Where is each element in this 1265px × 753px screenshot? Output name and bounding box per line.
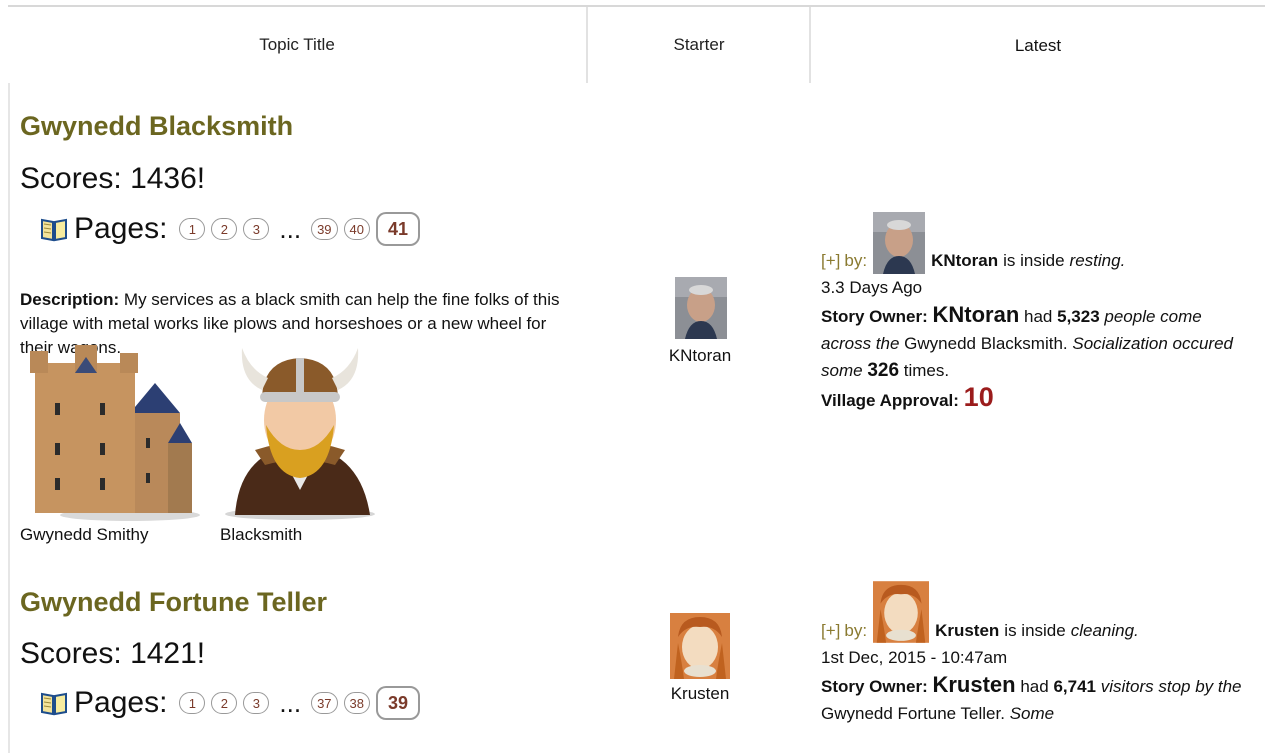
- by-label: by:: [844, 621, 868, 640]
- column-header-starter[interactable]: Starter: [588, 7, 810, 83]
- latest-by-line: [+] by: KNtoran is inside resting.: [821, 212, 1251, 274]
- image-caption: Blacksmith: [220, 525, 303, 544]
- user-avatar[interactable]: [873, 580, 930, 644]
- starter-name-link[interactable]: Krusten: [640, 684, 760, 704]
- place-name: Gwynedd Fortune Teller.: [821, 704, 1005, 723]
- status-text: resting.: [1069, 251, 1126, 270]
- starter-avatar[interactable]: [670, 613, 730, 679]
- user-avatar[interactable]: [873, 212, 926, 274]
- page-link[interactable]: 1: [179, 218, 206, 240]
- scores-label: Scores:: [20, 162, 122, 195]
- page-link[interactable]: 37: [311, 692, 338, 714]
- visit-count: 6,741: [1053, 677, 1096, 696]
- page-link[interactable]: 1: [179, 692, 206, 714]
- latest-post: [+] by: KNtoran is inside resting. 3.3 D…: [821, 212, 1251, 414]
- latest-by-line: [+] by: Krusten is inside cleaning.: [821, 580, 1251, 644]
- castle-icon[interactable]: [20, 343, 200, 523]
- scores-value: 1421!: [130, 637, 206, 670]
- owner-label: Story Owner:: [821, 677, 928, 696]
- status-prefix: is inside: [1004, 621, 1066, 640]
- status-prefix: is inside: [1003, 251, 1065, 270]
- visit-count: 5,323: [1057, 307, 1100, 326]
- expand-toggle[interactable]: [+]: [821, 247, 840, 274]
- topic-pagination: Pages: 1 2 3 ... 39 40 41: [40, 212, 421, 246]
- scores-label: Scores:: [20, 637, 122, 670]
- topic-pagination: Pages: 1 2 3 ... 37 38 39: [40, 686, 421, 720]
- pagination-ellipsis: ...: [279, 213, 302, 244]
- pages-label: Pages:: [74, 212, 168, 245]
- starter-avatar[interactable]: [675, 277, 727, 339]
- latest-user-link[interactable]: KNtoran: [931, 247, 998, 274]
- by-label: by:: [844, 251, 868, 270]
- story-owner-line: Story Owner: KNtoran had 5,323 people co…: [821, 301, 1251, 384]
- social-count: 326: [867, 360, 900, 381]
- starter-name-link[interactable]: KNtoran: [640, 346, 760, 366]
- story-owner-line: Story Owner: Krusten had 6,741 visitors …: [821, 671, 1251, 727]
- viking-avatar-icon[interactable]: [220, 340, 380, 520]
- owner-name-link[interactable]: Krusten: [932, 672, 1015, 697]
- owner-label: Story Owner:: [821, 307, 928, 326]
- page-link[interactable]: 2: [211, 218, 238, 240]
- village-approval: Village Approval: 10: [821, 384, 1251, 414]
- open-book-icon: [41, 692, 67, 716]
- column-header-topic-title[interactable]: Topic Title: [8, 7, 586, 83]
- topic-scores: Scores: 1421!: [20, 637, 205, 671]
- description-label: Description:: [20, 290, 120, 309]
- latest-user-link[interactable]: Krusten: [935, 617, 999, 644]
- pagination-ellipsis: ...: [279, 687, 302, 718]
- had-text: had: [1020, 677, 1049, 696]
- count-text: visitors stop by the: [1100, 677, 1242, 696]
- page-link-last[interactable]: 41: [376, 212, 421, 246]
- topics-table: Topic Title Starter Latest Gwynedd Black…: [0, 0, 1265, 753]
- had-text: had: [1024, 307, 1053, 326]
- topic-title-link[interactable]: Gwynedd Fortune Teller: [20, 587, 327, 618]
- open-book-icon: [41, 218, 67, 242]
- expand-toggle[interactable]: [+]: [821, 617, 840, 644]
- page-link[interactable]: 38: [343, 692, 371, 714]
- status-text: cleaning.: [1070, 621, 1139, 640]
- page-link[interactable]: 3: [243, 692, 270, 714]
- approval-value: 10: [963, 382, 994, 412]
- scores-value: 1436!: [130, 162, 206, 195]
- latest-time: 1st Dec, 2015 - 10:47am: [821, 648, 1008, 667]
- image-caption: Gwynedd Smithy: [20, 525, 149, 544]
- times-text: times.: [903, 361, 950, 380]
- latest-post: [+] by: Krusten is inside cleaning. 1st …: [821, 580, 1251, 727]
- approval-label: Village Approval:: [821, 391, 959, 410]
- page-link[interactable]: 40: [343, 218, 371, 240]
- column-header-latest[interactable]: Latest: [811, 7, 1265, 83]
- page-link[interactable]: 2: [211, 692, 238, 714]
- topic-title-link[interactable]: Gwynedd Blacksmith: [20, 111, 293, 142]
- page-link[interactable]: 39: [311, 218, 338, 240]
- pages-label: Pages:: [74, 686, 168, 719]
- tail-text: Some: [1009, 704, 1055, 723]
- row-left-rule: [8, 83, 10, 753]
- page-link-last[interactable]: 39: [376, 686, 421, 720]
- latest-time: 3.3 Days Ago: [821, 278, 923, 297]
- page-link[interactable]: 3: [243, 218, 270, 240]
- topic-scores: Scores: 1436!: [20, 162, 205, 196]
- owner-name-link[interactable]: KNtoran: [932, 302, 1019, 327]
- place-name: Gwynedd Blacksmith.: [904, 334, 1068, 353]
